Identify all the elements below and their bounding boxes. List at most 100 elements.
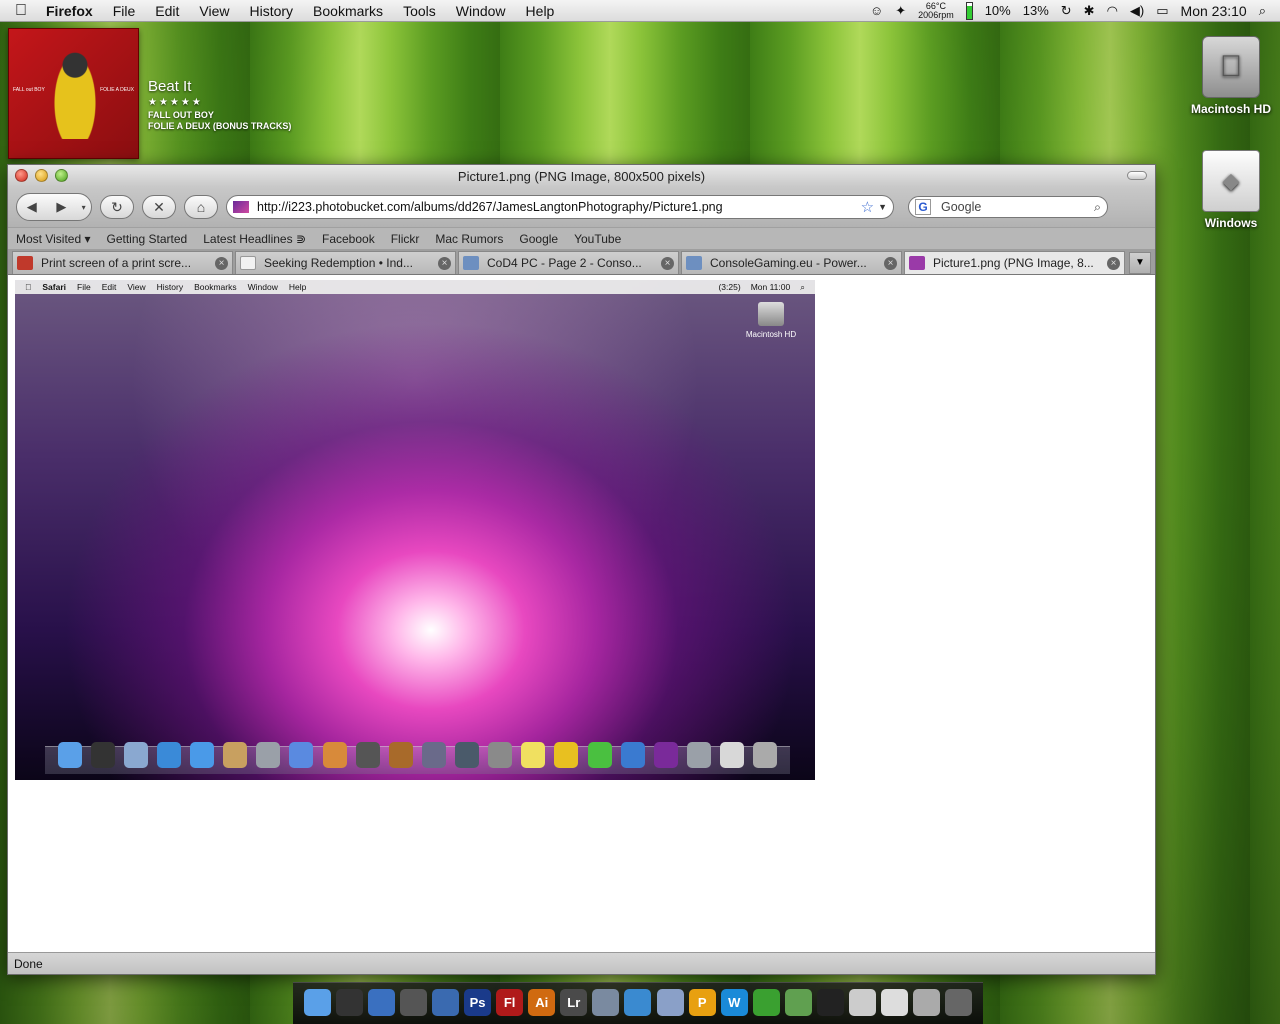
tab-close-icon[interactable]: × (215, 256, 228, 270)
history-dropdown-icon[interactable]: ▾ (76, 203, 91, 212)
dock-trash-icon[interactable] (945, 989, 973, 1016)
bookmark-youtube[interactable]: YouTube (574, 232, 621, 246)
menu-history[interactable]: History (239, 3, 303, 19)
dock-dashboard-icon[interactable] (335, 989, 363, 1016)
dock-word-icon[interactable]: W (720, 989, 748, 1016)
spotlight-icon[interactable]: ⌕ (1259, 3, 1266, 19)
tab-favicon-icon (686, 256, 702, 270)
volume-icon[interactable]: ◀) (1130, 3, 1144, 19)
toolbar-toggle-button[interactable] (1127, 171, 1147, 180)
desktop-icon-windows[interactable]: ◆ Windows (1191, 150, 1271, 230)
tab-close-icon[interactable]: × (438, 256, 451, 270)
menu-clock[interactable]: Mon 23:10 (1181, 3, 1247, 19)
bookmark-getting-started[interactable]: Getting Started (107, 232, 188, 246)
dock-ichat-icon[interactable] (784, 989, 812, 1016)
dock-folder-icon[interactable] (817, 989, 845, 1016)
dock-lightroom-icon[interactable]: Lr (560, 989, 588, 1016)
dock-finder-icon[interactable] (303, 989, 331, 1016)
dock-firefox-icon[interactable] (431, 989, 459, 1016)
menu-app-name[interactable]: Firefox (42, 3, 103, 19)
tab-close-icon[interactable]: × (661, 256, 674, 270)
battery-meter-icon[interactable] (965, 1, 973, 20)
tab-close-icon[interactable]: × (1107, 256, 1120, 270)
cpu-meter-2[interactable]: 13% (1023, 3, 1049, 18)
bookmark-latest-headlines[interactable]: Latest Headlines ⋑ (203, 232, 306, 246)
title-bar[interactable]: Picture1.png (PNG Image, 800x500 pixels) (8, 165, 1155, 187)
tab-print-screen[interactable]: Print screen of a print scre... × (12, 251, 233, 274)
time-machine-icon[interactable]: ↻ (1061, 3, 1072, 19)
tab-cod4[interactable]: CoD4 PC - Page 2 - Conso... × (458, 251, 679, 274)
dock-timemachine-icon[interactable] (399, 989, 427, 1016)
bookmark-most-visited[interactable]: Most Visited ▾ (16, 232, 91, 246)
dock-iphoto-icon[interactable] (592, 989, 620, 1016)
url-dropdown-icon[interactable]: ▼ (878, 202, 887, 212)
home-button[interactable]: ⌂ (184, 195, 218, 219)
bookmark-facebook[interactable]: Facebook (322, 232, 375, 246)
menu-edit[interactable]: Edit (145, 3, 189, 19)
dock-flash-icon[interactable]: Fl (496, 989, 524, 1016)
image-dock-document-icon (720, 742, 745, 768)
tab-picture1[interactable]: Picture1.png (PNG Image, 8... × (904, 251, 1125, 274)
bookmark-google[interactable]: Google (519, 232, 558, 246)
search-field[interactable]: G Google ⌕ (908, 196, 1108, 218)
bookmark-star-icon[interactable]: ☆ (861, 198, 874, 216)
menu-file[interactable]: File (103, 3, 146, 19)
dock-stack-icon[interactable] (881, 989, 909, 1016)
dock-messenger-icon[interactable] (624, 989, 652, 1016)
search-placeholder[interactable]: Google (941, 200, 1094, 214)
dock-preview-icon[interactable] (367, 989, 395, 1016)
url-text[interactable]: http://i223.photobucket.com/albums/dd267… (257, 200, 861, 214)
zoom-window-button[interactable] (55, 169, 68, 182)
album-cover[interactable]: FALL out BOY FOLIE A DEUX (8, 28, 139, 159)
dock-itunes-icon[interactable] (656, 989, 684, 1016)
bluetooth-icon[interactable]: ✱ (1084, 3, 1095, 19)
image-spotlight-icon: ⌕ (800, 281, 805, 292)
menu-bookmarks[interactable]: Bookmarks (303, 3, 393, 19)
tab-close-icon[interactable]: × (884, 256, 897, 270)
dropbox-icon[interactable]: ✦ (895, 3, 906, 19)
menu-window[interactable]: Window (446, 3, 516, 19)
apple-menu-icon[interactable]:  (0, 2, 42, 20)
stop-button[interactable]: ✕ (142, 195, 176, 219)
displayed-image[interactable]:  Safari File Edit View History Bookmark… (15, 280, 815, 780)
song-rating[interactable]: ★★★★★ (148, 97, 291, 108)
image-menu-view: View (120, 282, 145, 292)
forward-button[interactable]: ▶ (47, 199, 77, 215)
menu-help[interactable]: Help (516, 3, 565, 19)
cpu-meter-1[interactable]: 10% (985, 3, 1011, 18)
address-bar[interactable]: http://i223.photobucket.com/albums/dd267… (226, 195, 894, 219)
navigation-toolbar: ◀ ▶ ▾ ↻ ✕ ⌂ http://i223.photobucket.com/… (8, 187, 1155, 227)
dock-illustrator-icon[interactable]: Ai (528, 989, 556, 1016)
desktop-icon-macintosh-hd[interactable]:  Macintosh HD (1191, 36, 1271, 116)
dock-photoshop-icon[interactable]: Ps (464, 989, 492, 1016)
temperature-readout[interactable]: 66°C 2006rpm (918, 1, 954, 20)
close-window-button[interactable] (15, 169, 28, 182)
battery-icon[interactable]: ▭ (1156, 3, 1168, 19)
tab-seeking-redemption[interactable]: Seeking Redemption • Ind... × (235, 251, 456, 274)
dock-pages-icon[interactable]: P (688, 989, 716, 1016)
reload-button[interactable]: ↻ (100, 195, 134, 219)
window-title: Picture1.png (PNG Image, 800x500 pixels) (457, 168, 706, 184)
menu-tools[interactable]: Tools (393, 3, 446, 19)
dock-pdf-icon[interactable] (913, 989, 941, 1016)
tab-strip: Print screen of a print scre... × Seekin… (8, 249, 1155, 275)
image-battery-text: (3:25) (718, 281, 741, 292)
accessibility-icon[interactable]: ☺ (870, 3, 883, 18)
dock-document-icon[interactable] (849, 989, 877, 1016)
menu-view[interactable]: View (189, 3, 239, 19)
tab-label: Seeking Redemption • Ind... (264, 256, 413, 270)
bookmark-mac-rumors[interactable]: Mac Rumors (435, 232, 503, 246)
window-controls (15, 169, 68, 182)
bookmark-flickr[interactable]: Flickr (391, 232, 420, 246)
tab-label: Picture1.png (PNG Image, 8... (933, 256, 1094, 270)
image-menu-bookmarks: Bookmarks (187, 282, 237, 292)
wifi-icon[interactable]: ◠ (1107, 3, 1118, 19)
tab-consolegaming[interactable]: ConsoleGaming.eu - Power... × (681, 251, 902, 274)
image-menu-bar:  Safari File Edit View History Bookmark… (15, 280, 815, 294)
minimize-window-button[interactable] (35, 169, 48, 182)
dock-excel-icon[interactable] (752, 989, 780, 1016)
search-icon[interactable]: ⌕ (1094, 200, 1101, 215)
list-all-tabs-button[interactable]: ▼ (1129, 252, 1151, 274)
back-button[interactable]: ◀ (17, 199, 47, 215)
google-engine-icon[interactable]: G (915, 199, 931, 215)
